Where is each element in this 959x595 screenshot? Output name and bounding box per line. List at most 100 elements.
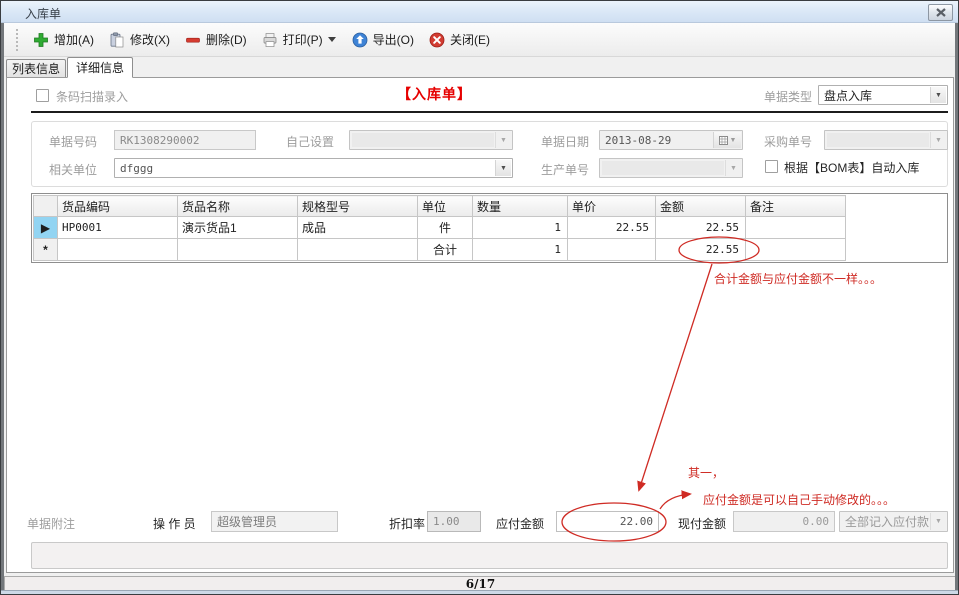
table-total-row: * 合计 1 22.55	[34, 239, 846, 261]
annotation-note-first: 其一，	[688, 464, 724, 481]
related-unit-label: 相关单位	[49, 161, 97, 178]
total-note-cell[interactable]	[746, 239, 846, 261]
doc-type-value: 盘点入库	[824, 86, 929, 104]
edit-button-label: 修改(X)	[130, 31, 170, 48]
chevron-down-icon	[328, 37, 336, 42]
purchase-no-value	[830, 131, 929, 149]
doc-type-label: 单据类型	[764, 88, 812, 105]
col-header-amount[interactable]: 金额	[656, 196, 746, 217]
items-table: 货品编码 货品名称 规格型号 单位 数量 单价 金额 备注 ▶ HP0001 演…	[33, 195, 846, 261]
cell-amount[interactable]: 22.55	[656, 217, 746, 239]
window-close-button[interactable]	[928, 4, 953, 21]
total-cell-name[interactable]	[178, 239, 298, 261]
print-button[interactable]: 打印(P)	[256, 27, 332, 52]
col-header-qty[interactable]: 数量	[473, 196, 568, 217]
col-header-unit[interactable]: 单位	[418, 196, 473, 217]
col-header-note[interactable]: 备注	[746, 196, 846, 217]
export-button[interactable]: 导出(O)	[346, 27, 423, 52]
doc-date-picker[interactable]: 2013-08-29 ▼	[599, 130, 743, 150]
custom-set-arrow-icon: ▼	[495, 132, 511, 148]
total-label-cell: 合计	[418, 239, 473, 261]
doc-date-label: 单据日期	[541, 133, 589, 150]
table-row: ▶ HP0001 演示货品1 成品 件 1 22.55 22.55	[34, 217, 846, 239]
cell-unit[interactable]: 件	[418, 217, 473, 239]
total-cell-code[interactable]	[58, 239, 178, 261]
close-button-label: 关闭(E)	[450, 31, 490, 48]
production-no-select: ▼	[599, 158, 743, 178]
col-header-name[interactable]: 货品名称	[178, 196, 298, 217]
custom-set-value	[355, 131, 494, 149]
related-unit-arrow-icon: ▼	[495, 160, 511, 176]
payable-label: 应付金额	[496, 515, 544, 532]
print-button-label: 打印(P)	[283, 31, 323, 48]
doc-no-input: RK1308290002	[114, 130, 256, 150]
doc-no-label: 单据号码	[49, 133, 97, 150]
delete-button-label: 删除(D)	[206, 31, 247, 48]
add-button[interactable]: 增加(A)	[27, 27, 103, 52]
purchase-no-arrow-icon: ▼	[930, 132, 946, 148]
paid-label: 现付金额	[678, 515, 726, 532]
add-button-label: 增加(A)	[54, 31, 94, 48]
doc-note-label: 单据附注	[27, 515, 75, 532]
row-selector-current[interactable]: ▶	[34, 217, 58, 239]
doc-type-select[interactable]: 盘点入库 ▼	[818, 85, 948, 105]
production-no-label: 生产单号	[541, 161, 589, 178]
col-header-code[interactable]: 货品编码	[58, 196, 178, 217]
annotation-note-editable: 应付金额是可以自己手动修改的。。。	[703, 491, 895, 508]
cell-code[interactable]: HP0001	[58, 217, 178, 239]
production-no-value	[605, 159, 724, 177]
related-unit-select[interactable]: dfggg ▼	[114, 158, 513, 178]
window-frame-right	[955, 23, 958, 594]
custom-set-label: 自己设置	[286, 133, 334, 150]
pay-mode-arrow-icon: ▼	[930, 513, 946, 530]
barcode-scan-checkbox[interactable]	[36, 89, 49, 102]
export-button-label: 导出(O)	[373, 31, 414, 48]
bom-auto-checkbox[interactable]	[765, 160, 778, 173]
pay-mode-select: 全部记入应付款 ▼	[839, 511, 948, 532]
doc-date-value: 2013-08-29	[605, 131, 724, 149]
col-header-spec[interactable]: 规格型号	[298, 196, 418, 217]
clipboard-icon	[109, 32, 125, 48]
window-frame-left	[1, 23, 4, 594]
production-no-arrow-icon: ▼	[725, 160, 741, 176]
paid-input: 0.00	[733, 511, 835, 532]
col-header-price[interactable]: 单价	[568, 196, 656, 217]
discount-input[interactable]: 1.00	[427, 511, 481, 532]
window-frame-bottom	[1, 590, 958, 594]
plus-icon	[33, 32, 49, 48]
cell-qty[interactable]: 1	[473, 217, 568, 239]
calendar-icon: ▼	[713, 132, 741, 148]
close-circle-icon	[429, 32, 445, 48]
toolbar: 增加(A) 修改(X) 删除(D)	[4, 23, 957, 57]
row-selector-new[interactable]: *	[34, 239, 58, 261]
total-cell-spec[interactable]	[298, 239, 418, 261]
payable-input[interactable]: 22.00	[556, 511, 659, 532]
titlebar: 入库单	[1, 1, 959, 23]
total-qty-cell: 1	[473, 239, 568, 261]
grid-selector-header[interactable]	[34, 196, 58, 217]
total-price-cell[interactable]	[568, 239, 656, 261]
stock-in-window: 入库单 增加(A) 修改(X)	[0, 0, 959, 595]
export-icon	[352, 32, 368, 48]
doc-note-textarea[interactable]	[31, 542, 948, 569]
operator-input: 超级管理员	[211, 511, 338, 532]
delete-button[interactable]: 删除(D)	[179, 27, 256, 52]
total-amount-cell: 22.55	[656, 239, 746, 261]
tab-list-info[interactable]: 列表信息	[6, 59, 66, 78]
cell-price[interactable]: 22.55	[568, 217, 656, 239]
record-counter: 6/17	[466, 577, 495, 591]
doc-banner: 【入库单】	[397, 84, 472, 104]
cell-spec[interactable]: 成品	[298, 217, 418, 239]
edit-button[interactable]: 修改(X)	[103, 27, 179, 52]
close-x-icon	[936, 8, 946, 17]
operator-label: 操 作 员	[153, 515, 196, 532]
items-grid: 货品编码 货品名称 规格型号 单位 数量 单价 金额 备注 ▶ HP0001 演…	[31, 193, 948, 263]
cell-note[interactable]	[746, 217, 846, 239]
tab-detail-info[interactable]: 详细信息	[67, 57, 133, 78]
close-button[interactable]: 关闭(E)	[423, 27, 499, 52]
print-dropdown-caret[interactable]	[324, 33, 340, 46]
pay-mode-value: 全部记入应付款	[845, 512, 929, 531]
cell-name[interactable]: 演示货品1	[178, 217, 298, 239]
header-divider	[31, 111, 948, 113]
doc-type-arrow-icon: ▼	[930, 87, 946, 103]
